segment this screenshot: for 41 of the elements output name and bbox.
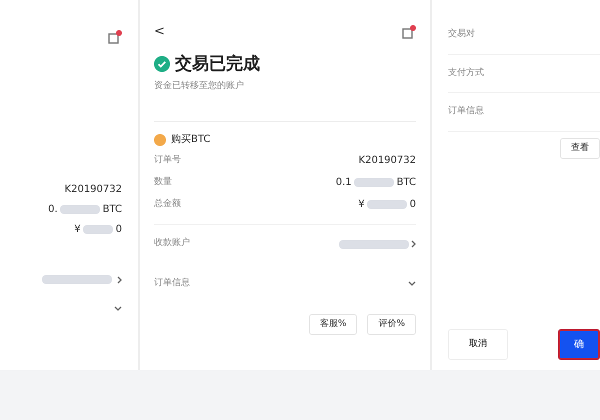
masked-value: [60, 205, 100, 214]
masked-value: [83, 225, 114, 234]
back-button[interactable]: <: [154, 22, 165, 42]
page-title: 交易已完成: [175, 52, 260, 76]
notification-icon[interactable]: [108, 30, 122, 44]
asset-name: 购买BTC: [171, 133, 210, 147]
order-number: K20190732: [64, 183, 122, 197]
masked-value: [42, 275, 112, 284]
amount-unit: BTC: [102, 203, 122, 217]
cancel-button[interactable]: 取消: [448, 329, 508, 360]
masked-value: [338, 240, 408, 248]
masked-value: [367, 200, 408, 209]
row-unit: 0: [410, 198, 416, 212]
field-label: 支付方式: [448, 60, 600, 93]
masked-value: [354, 178, 394, 187]
notification-icon[interactable]: [402, 24, 416, 39]
action-button[interactable]: 评价%: [367, 314, 416, 335]
row-label: 总金额: [154, 198, 181, 211]
field-label: 订单信息: [448, 99, 600, 132]
row-label: 订单信息: [154, 276, 190, 290]
coin-icon: [154, 134, 166, 146]
field-label: 交易对: [448, 22, 600, 54]
row-value: K20190732: [358, 154, 416, 168]
row-label: 订单号: [154, 154, 181, 167]
currency-symbol: ¥: [74, 223, 81, 237]
chevron-icon[interactable]: [411, 240, 416, 248]
amount-prefix: 0.: [48, 203, 58, 217]
chevron-down-icon[interactable]: [408, 280, 416, 286]
chevron-down-icon[interactable]: [114, 306, 122, 312]
row-label: 收款账户: [154, 237, 190, 250]
chevron-icon[interactable]: [117, 276, 122, 284]
confirm-button[interactable]: 确: [558, 329, 600, 360]
view-button[interactable]: 查看: [560, 138, 600, 159]
subtitle: 资金已转移至您的账户: [154, 80, 245, 92]
row-label: 数量: [154, 176, 172, 189]
check-icon: [154, 56, 170, 72]
row-value: ¥: [358, 198, 365, 212]
price-suffix: 0: [116, 223, 122, 237]
row-unit: BTC: [396, 176, 416, 190]
row-value: 0.1: [336, 176, 352, 190]
action-button[interactable]: 客服%: [308, 314, 358, 335]
